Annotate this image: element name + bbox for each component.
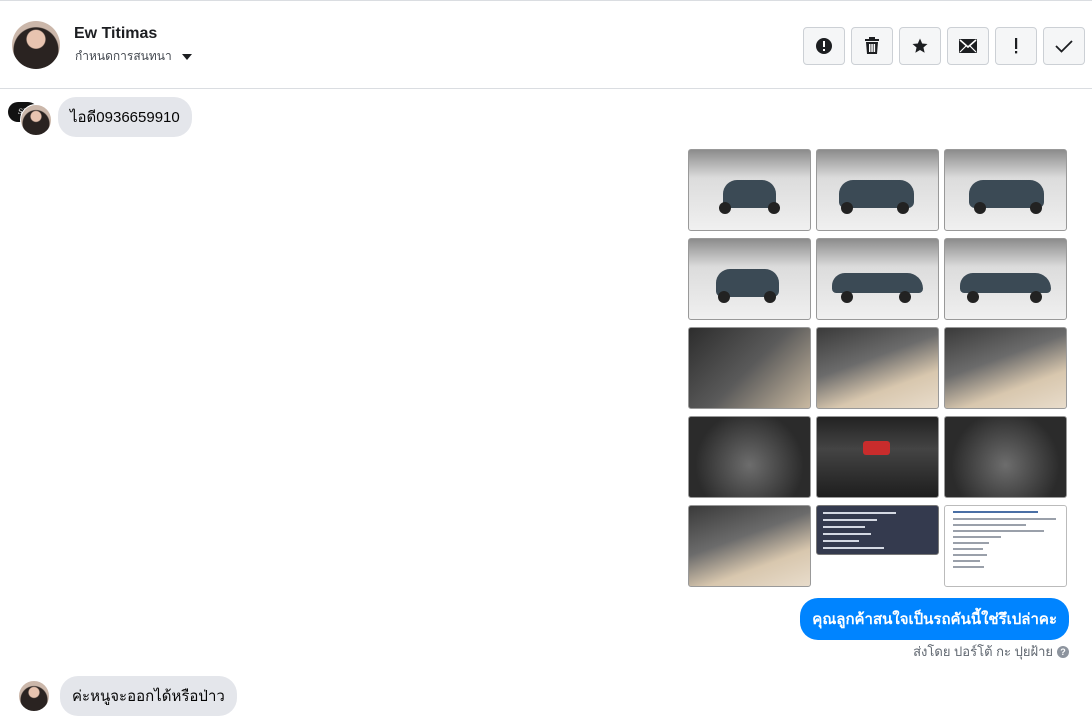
attachment-image-car-rear[interactable] xyxy=(688,238,811,320)
image-attachment-grid xyxy=(688,149,1067,587)
alert-circle-icon xyxy=(816,38,832,54)
attachment-image-engine-close[interactable] xyxy=(944,416,1067,498)
attachment-image-door-interior[interactable] xyxy=(688,327,811,409)
exclamation-icon xyxy=(1015,38,1018,54)
envelope-icon xyxy=(959,39,977,53)
important-button[interactable] xyxy=(995,27,1037,65)
attachment-image-car-side-angle[interactable] xyxy=(944,238,1067,320)
attachment-image-post-screenshot[interactable] xyxy=(944,505,1067,587)
sent-by-text: ส่งโดย ปอร์โต้ กะ ปุยฝ้าย xyxy=(913,644,1053,659)
attachment-image-car-front[interactable] xyxy=(688,149,811,231)
mark-unread-button[interactable] xyxy=(947,27,989,65)
attachment-image-center-console[interactable] xyxy=(816,416,939,498)
report-button[interactable] xyxy=(803,27,845,65)
attachment-image-gear-shift-interior[interactable] xyxy=(944,327,1067,409)
delete-button[interactable] xyxy=(851,27,893,65)
sender-avatar xyxy=(20,104,52,136)
sent-by-label: ส่งโดย ปอร์โต้ กะ ปุยฝ้าย ? xyxy=(913,641,1069,662)
attachment-image-rear-seats[interactable] xyxy=(688,505,811,587)
checkmark-icon xyxy=(1055,40,1073,53)
contact-avatar[interactable] xyxy=(12,21,60,69)
attachment-image-spec-sheet[interactable] xyxy=(816,505,939,555)
contact-name[interactable]: Ew Titimas xyxy=(74,25,157,43)
incoming-message-row: SK ไอดี0936659910 xyxy=(8,97,192,137)
attachment-image-dashboard-interior[interactable] xyxy=(816,327,939,409)
star-button[interactable] xyxy=(899,27,941,65)
conversation-assign-label: กำหนดการสนทนา xyxy=(75,49,172,63)
help-icon[interactable]: ? xyxy=(1057,645,1069,658)
outgoing-message-bubble[interactable]: คุณลูกค้าสนใจเป็นรถคันนี้ใช่รึเปล่าคะ xyxy=(800,598,1069,640)
conversation-assign-dropdown[interactable]: กำหนดการสนทนา xyxy=(75,47,192,66)
incoming-message-bubble[interactable]: ไอดี0936659910 xyxy=(58,97,192,137)
conversation-header: Ew Titimas กำหนดการสนทนา xyxy=(0,0,1092,89)
conversation-toolbar xyxy=(803,27,1085,65)
attachment-image-car-front-angle[interactable] xyxy=(816,149,939,231)
chevron-down-icon xyxy=(181,53,192,60)
attachment-image-engine-bay[interactable] xyxy=(688,416,811,498)
attachment-image-car-rear-angle[interactable] xyxy=(944,149,1067,231)
attachment-image-car-side[interactable] xyxy=(816,238,939,320)
trash-icon xyxy=(865,37,879,54)
star-icon xyxy=(912,38,928,53)
incoming-message-row: ค่ะหนูจะออกได้หรือป่าว xyxy=(18,676,237,716)
incoming-message-bubble[interactable]: ค่ะหนูจะออกได้หรือป่าว xyxy=(60,676,237,716)
sender-avatar xyxy=(18,680,50,712)
done-button[interactable] xyxy=(1043,27,1085,65)
sender-avatars: SK xyxy=(8,100,52,136)
